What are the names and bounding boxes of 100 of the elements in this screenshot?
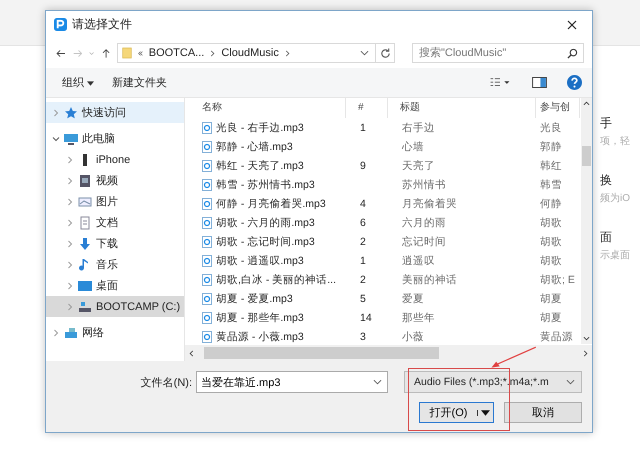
column-header[interactable]: 参与创 — [536, 98, 580, 118]
organize-menu-button[interactable]: 组织 — [56, 73, 100, 92]
dropdown-caret-icon[interactable] — [360, 50, 369, 56]
chevron-right-icon[interactable] — [284, 50, 290, 56]
picture-icon — [78, 194, 92, 208]
track-number-cell-text: 9 — [359, 160, 367, 172]
file-name-cell[interactable]: 黄品源 - 小薇.mp3 — [188, 330, 346, 344]
help-icon[interactable] — [567, 75, 582, 90]
up-arrow-icon[interactable] — [102, 46, 110, 60]
audio-file-icon — [202, 330, 212, 342]
nav-item[interactable]: 此电脑 — [46, 128, 184, 149]
scroll-down-icon[interactable] — [583, 336, 590, 341]
vertical-scrollbar[interactable] — [581, 98, 592, 344]
title-cell-text: 六月的雨 — [401, 216, 447, 230]
scroll-thumb[interactable] — [204, 347, 439, 359]
audio-file-icon — [202, 274, 212, 286]
double-chevron-icon — [138, 50, 143, 56]
column-header[interactable]: 名称 — [188, 98, 346, 118]
scroll-left-icon[interactable] — [189, 350, 194, 356]
audio-file-icon — [202, 122, 212, 134]
track-number-cell-text: 2 — [359, 236, 367, 248]
artist-cell-text: 胡歌 — [539, 254, 563, 268]
scroll-up-icon[interactable] — [583, 101, 590, 106]
star-icon — [64, 106, 78, 120]
background-text: 手 — [600, 115, 613, 132]
nav-item[interactable]: 文档 — [46, 212, 184, 233]
open-button[interactable]: 打开(O) — [419, 402, 494, 423]
nav-item[interactable]: BOOTCAMP (C:) — [46, 296, 184, 317]
new-folder-button[interactable]: 新建文件夹 — [106, 73, 174, 92]
dropdown-caret-icon[interactable] — [373, 379, 382, 385]
nav-item[interactable]: 桌面 — [46, 275, 184, 296]
nav-item[interactable]: 网络 — [46, 322, 184, 343]
horizontal-scrollbar[interactable] — [185, 345, 592, 361]
nav-item[interactable]: iPhone — [46, 149, 184, 170]
artist-cell-text: 胡夏 — [539, 292, 563, 306]
file-name-cell[interactable]: 胡歌,白冰 - 美丽的神话... — [188, 272, 346, 286]
search-field[interactable]: 搜索"CloudMusic" — [412, 43, 584, 63]
file-name-cell[interactable]: 韩雪 - 苏州情书.mp3 — [188, 178, 346, 192]
close-icon[interactable] — [567, 20, 577, 30]
audio-file-icon — [202, 140, 212, 152]
column-header[interactable]: # — [346, 98, 388, 118]
file-name-cell[interactable]: 胡歌 - 忘记时间.mp3 — [188, 234, 346, 248]
scroll-thumb[interactable] — [582, 146, 591, 166]
title-cell-text: 苏州情书 — [401, 178, 447, 192]
file-name-cell[interactable]: 光良 - 右手边.mp3 — [188, 120, 346, 134]
file-name-cell[interactable]: 胡歌 - 六月的雨.mp3 — [188, 216, 346, 230]
folder-icon — [122, 46, 132, 60]
file-name-cell[interactable]: 郭静 - 心墙.mp3 — [188, 140, 346, 154]
download-icon — [78, 236, 92, 250]
chevron-down-icon[interactable] — [52, 134, 60, 142]
audio-file-icon — [202, 312, 212, 324]
file-name-field[interactable]: 当爱在靠近.mp3 — [196, 371, 388, 393]
title-cell-text: 天亮了 — [401, 158, 436, 172]
audio-file-icon — [202, 198, 212, 210]
file-name-cell[interactable]: 何静 - 月亮偷着哭.mp3 — [188, 196, 346, 210]
cancel-button[interactable]: 取消 — [504, 402, 582, 423]
back-arrow-icon[interactable] — [56, 48, 66, 58]
audio-file-icon — [202, 160, 212, 172]
file-name-cell[interactable]: 胡夏 - 爱夏.mp3 — [188, 292, 346, 306]
title-cell-text: 心墙 — [400, 140, 425, 154]
audio-file-icon — [202, 292, 212, 304]
nav-item[interactable]: 下载 — [46, 233, 184, 254]
scroll-right-icon[interactable] — [583, 350, 588, 356]
column-header[interactable]: 标题 — [388, 98, 536, 118]
nav-item[interactable]: 音乐 — [46, 254, 184, 275]
background-text: 项，轻 — [600, 135, 630, 148]
title-cell-text: 忘记时间 — [401, 234, 447, 248]
chevron-right-icon[interactable] — [210, 50, 216, 56]
refresh-icon[interactable] — [380, 48, 390, 58]
doc-icon — [78, 216, 92, 230]
preview-pane-icon[interactable] — [532, 77, 547, 88]
nav-item[interactable]: 快速访问 — [46, 102, 184, 123]
title-cell-text: 小薇 — [401, 330, 425, 344]
breadcrumb[interactable]: BOOTCA... — [148, 47, 204, 59]
address-bar[interactable]: BOOTCA... CloudMusic — [116, 43, 395, 63]
file-name-cell[interactable]: 韩红 - 天亮了.mp3 — [188, 158, 346, 172]
artist-cell-text: 郭静 — [539, 140, 563, 154]
background-text: 频为iO — [600, 192, 630, 205]
desktop-icon — [78, 278, 92, 292]
artist-cell-text: 韩红 — [539, 158, 563, 172]
file-name-cell[interactable]: 胡夏 - 那些年.mp3 — [188, 310, 346, 324]
nav-item[interactable]: 图片 — [46, 191, 184, 212]
track-number-cell-text: 6 — [359, 216, 367, 228]
background-text: 面 — [600, 229, 613, 246]
app-logo-icon — [54, 18, 67, 31]
caret-icon[interactable] — [87, 81, 94, 86]
track-number-cell-text: 5 — [359, 292, 367, 304]
breadcrumb[interactable]: CloudMusic — [221, 47, 279, 59]
title-cell-text: 美丽的神话 — [401, 272, 458, 286]
title-cell-text: 右手边 — [401, 120, 436, 134]
search-icon — [567, 48, 578, 59]
audio-file-icon — [202, 254, 212, 266]
video-icon — [78, 174, 92, 188]
audio-file-icon — [202, 216, 212, 228]
view-options-icon[interactable] — [488, 76, 512, 88]
title-cell-text: 月亮偷着哭 — [401, 196, 458, 210]
file-name-cell[interactable]: 胡歌 - 逍遥叹.mp3 — [188, 254, 346, 268]
title-cell-text: 爱夏 — [401, 292, 425, 306]
dropdown-caret-icon[interactable] — [566, 379, 575, 385]
nav-item[interactable]: 视频 — [46, 170, 184, 191]
